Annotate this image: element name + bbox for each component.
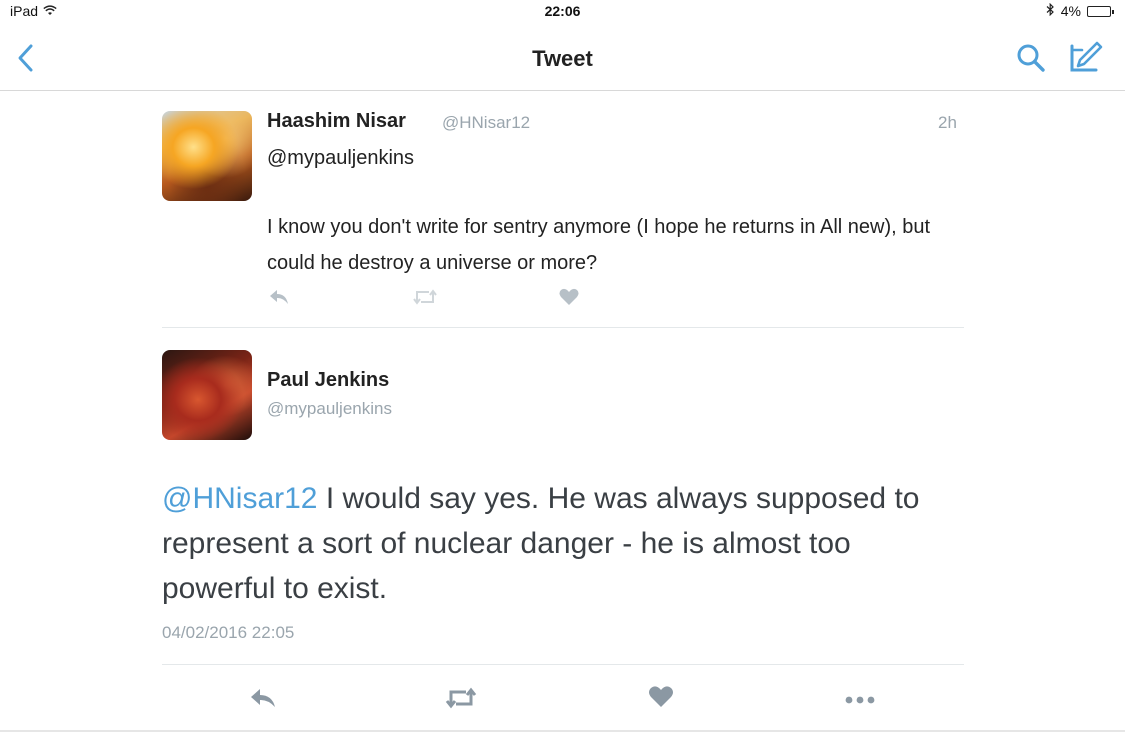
tweet-detail-screen: iPad 22:06 4% Tweet Haashim Nisar @HNisa…	[0, 0, 1125, 732]
status-right: 4%	[1046, 2, 1114, 19]
search-icon	[1017, 44, 1045, 72]
bluetooth-icon	[1046, 2, 1055, 19]
author-name[interactable]: Haashim Nisar	[267, 110, 406, 133]
tweet-timestamp: 04/02/2016 22:05	[162, 623, 295, 642]
reply-button[interactable]	[268, 287, 290, 312]
tweet-time: 2h	[938, 113, 957, 132]
like-button[interactable]	[558, 287, 580, 312]
reply-button[interactable]	[249, 686, 277, 715]
nav-bar: Tweet	[0, 24, 1125, 91]
more-button[interactable]	[844, 692, 876, 710]
search-button[interactable]	[1014, 42, 1048, 74]
more-icon	[845, 696, 875, 704]
compose-tweet-button[interactable]	[1068, 40, 1104, 74]
reply-to-mention[interactable]: @mypauljenkins	[267, 147, 414, 170]
battery-icon	[1087, 5, 1114, 17]
heart-icon	[559, 288, 579, 305]
reply-icon	[251, 689, 275, 707]
avatar[interactable]	[162, 111, 252, 201]
tweet-text: @HNisar12 I would say yes. He was always…	[162, 476, 962, 611]
like-button[interactable]	[648, 685, 674, 714]
mention-link[interactable]: @HNisar12	[162, 482, 318, 515]
status-bar: iPad 22:06 4%	[0, 0, 1125, 24]
avatar[interactable]	[162, 350, 252, 440]
author-handle[interactable]: @HNisar12	[442, 113, 530, 133]
retweet-button[interactable]	[412, 287, 438, 312]
divider	[162, 327, 964, 328]
tweet-text: I know you don't write for sentry anymor…	[267, 216, 931, 274]
reply-icon	[270, 290, 288, 304]
heart-icon	[649, 686, 673, 707]
divider	[162, 664, 964, 665]
retweet-icon	[445, 687, 477, 709]
author-name[interactable]: Paul Jenkins	[267, 369, 389, 392]
compose-icon	[1070, 41, 1103, 72]
battery-percent: 4%	[1060, 3, 1081, 19]
status-time: 22:06	[544, 3, 581, 19]
retweet-button[interactable]	[445, 686, 477, 715]
author-handle[interactable]: @mypauljenkins	[267, 399, 392, 419]
page-title: Tweet	[532, 46, 593, 71]
retweet-icon	[413, 289, 437, 305]
